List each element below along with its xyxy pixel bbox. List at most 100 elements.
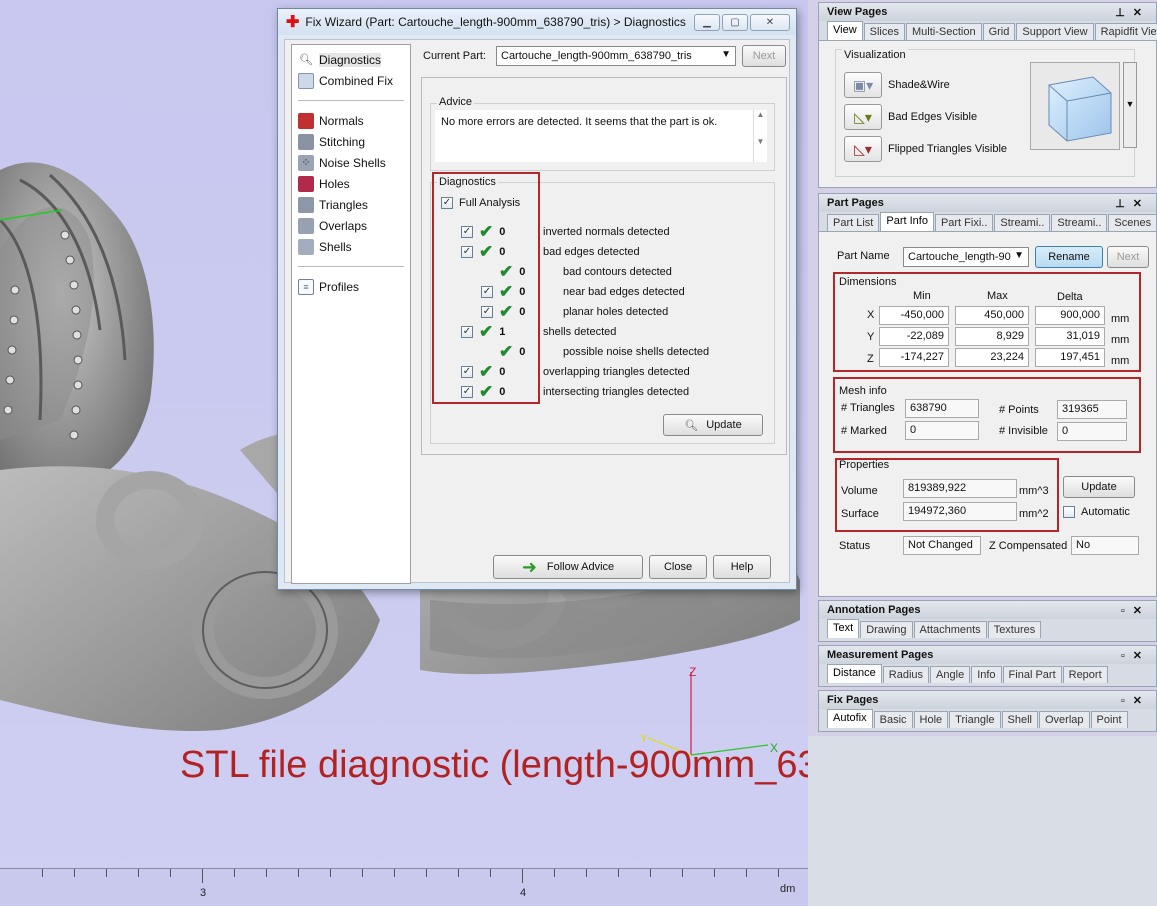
tab-final-part[interactable]: Final Part (1002, 666, 1062, 683)
minimize-button[interactable]: ▁ (694, 13, 720, 31)
tab-text[interactable]: Text (827, 619, 860, 638)
minimize-icon: ▁ (703, 16, 711, 28)
tab-part-list[interactable]: Part List (827, 214, 880, 231)
tab-support-view[interactable]: Support View (1016, 23, 1094, 40)
panel-header-buttons[interactable]: ⊥✕ (1115, 197, 1150, 210)
follow-advice-button[interactable]: ➜ Follow Advice (493, 555, 643, 579)
nav-item-overlaps[interactable]: Overlaps (292, 215, 410, 236)
surface-label: Surface (841, 508, 879, 520)
fix-pages-header: Fix Pages ▫✕ (819, 691, 1156, 709)
tab-angle[interactable]: Angle (930, 666, 971, 683)
nav-item-stitching[interactable]: Stitching (292, 131, 410, 152)
restore-icon[interactable]: ▫ (1121, 650, 1133, 662)
tab-drawing[interactable]: Drawing (860, 621, 913, 638)
automatic-checkbox-row[interactable]: Automatic (1063, 506, 1130, 518)
current-part-select[interactable]: Cartouche_length-900mm_638790_tris ▼ (496, 46, 736, 66)
nav-item-profiles[interactable]: ≡ Profiles (292, 276, 410, 297)
panel-header-buttons[interactable]: ▫✕ (1121, 649, 1150, 662)
dim-x-delta: 900,000 (1035, 306, 1105, 325)
maximize-icon: ▢ (730, 16, 740, 28)
cube-preview-icon (1048, 76, 1112, 142)
update-button[interactable]: 🔍︎ Update (663, 414, 763, 436)
nav-item-combined-fix[interactable]: Combined Fix (292, 70, 410, 91)
tab-triangle[interactable]: Triangle (949, 711, 1001, 728)
nav-item-shells[interactable]: Shells (292, 236, 410, 257)
shells-icon (298, 238, 314, 255)
shade-wire-button[interactable]: ▣▾ (844, 72, 882, 98)
close-icon[interactable]: ✕ (1133, 198, 1150, 210)
app-cross-icon: ✚ (286, 14, 300, 31)
advice-scrollbar[interactable]: ▲ ▼ (753, 110, 767, 162)
chevron-down-icon: ▼ (1014, 250, 1024, 261)
tab-attachments[interactable]: Attachments (913, 621, 987, 638)
nav-item-label: Shells (319, 239, 352, 254)
nav-item-holes[interactable]: Holes (292, 173, 410, 194)
pin-icon[interactable]: ⊥ (1115, 198, 1133, 210)
close-icon[interactable]: ✕ (1133, 7, 1150, 19)
close-icon[interactable]: ✕ (1133, 605, 1150, 617)
restore-icon[interactable]: ▫ (1121, 605, 1133, 617)
tab-report[interactable]: Report (1062, 666, 1108, 683)
view-cube[interactable] (1030, 62, 1120, 150)
ruler: 3 4 dm (0, 868, 808, 906)
nav-item-triangles[interactable]: Triangles (292, 194, 410, 215)
tab-grid[interactable]: Grid (982, 23, 1016, 40)
tab-textures[interactable]: Textures (987, 621, 1042, 638)
tab-scenes[interactable]: Scenes (1108, 214, 1157, 231)
measurement-pages-panel: Measurement Pages ▫✕ Distance Radius Ang… (818, 645, 1157, 687)
surface-value: 194972,360 (903, 502, 1017, 521)
chevron-down-icon: ▼ (1125, 99, 1135, 109)
tab-shell[interactable]: Shell (1001, 711, 1038, 728)
maximize-button[interactable]: ▢ (722, 13, 748, 31)
panel-header-buttons[interactable]: ▫✕ (1121, 604, 1150, 617)
update-label: Update (706, 419, 742, 431)
cube-icon: ▣▾ (852, 76, 874, 93)
properties-update-button[interactable]: Update (1063, 476, 1135, 498)
close-button[interactable]: Close (649, 555, 707, 579)
tab-view[interactable]: View (827, 21, 863, 40)
tab-rapidfit-view[interactable]: Rapidfit View (1094, 23, 1157, 40)
tab-autofix[interactable]: Autofix (827, 709, 873, 728)
advice-group: Advice No more errors are detected. It s… (430, 96, 775, 171)
part-next-button[interactable]: Next (1107, 246, 1149, 268)
view-cube-dropdown[interactable]: ▼ (1123, 62, 1137, 148)
close-icon[interactable]: ✕ (1133, 695, 1150, 707)
panel-header-buttons[interactable]: ⊥✕ (1115, 6, 1150, 19)
pin-icon[interactable]: ⊥ (1115, 7, 1133, 19)
tab-basic[interactable]: Basic (873, 711, 913, 728)
tab-multi-section[interactable]: Multi-Section (906, 23, 982, 40)
close-icon[interactable]: ✕ (1133, 650, 1150, 662)
panel-header-buttons[interactable]: ▫✕ (1121, 694, 1150, 707)
next-button[interactable]: Next (742, 45, 786, 67)
bad-edges-button[interactable]: ◺▾ (844, 104, 882, 130)
help-button[interactable]: Help (713, 555, 771, 579)
tab-info[interactable]: Info (971, 666, 1002, 683)
tab-radius[interactable]: Radius (882, 666, 930, 683)
tab-slices[interactable]: Slices (863, 23, 905, 40)
automatic-checkbox[interactable] (1063, 506, 1075, 518)
flipped-triangles-button[interactable]: ◺▾ (844, 136, 882, 162)
diag-text: possible noise shells detected (563, 346, 710, 358)
nav-item-normals[interactable]: Normals (292, 110, 410, 131)
part-name-select[interactable]: Cartouche_length-90 ▼ (903, 247, 1029, 267)
normals-icon (298, 112, 314, 129)
tab-hole[interactable]: Hole (913, 711, 949, 728)
dialog-titlebar[interactable]: ✚ Fix Wizard (Part: Cartouche_length-900… (278, 9, 796, 35)
advice-textbox[interactable]: No more errors are detected. It seems th… (435, 110, 767, 162)
dim-y-unit: mm (1111, 334, 1130, 346)
points-value: 319365 (1057, 400, 1127, 419)
tab-streaming-1[interactable]: Streami.. (994, 214, 1051, 231)
tab-part-info[interactable]: Part Info (880, 212, 934, 231)
tab-overlap[interactable]: Overlap (1038, 711, 1090, 728)
points-label: # Points (999, 404, 1039, 416)
fix-wizard-dialog: ✚ Fix Wizard (Part: Cartouche_length-900… (277, 8, 797, 590)
nav-item-diagnostics[interactable]: 🔍︎ Diagnostics (292, 49, 410, 70)
tab-streaming-2[interactable]: Streami.. (1051, 214, 1108, 231)
tab-part-fixing[interactable]: Part Fixi.. (934, 214, 994, 231)
rename-button[interactable]: Rename (1035, 246, 1103, 268)
restore-icon[interactable]: ▫ (1121, 695, 1133, 707)
close-window-button[interactable]: ✕ (750, 13, 790, 31)
tab-distance[interactable]: Distance (827, 664, 882, 683)
tab-point[interactable]: Point (1090, 711, 1128, 728)
nav-item-noise-shells[interactable]: ⁘ Noise Shells (292, 152, 410, 173)
